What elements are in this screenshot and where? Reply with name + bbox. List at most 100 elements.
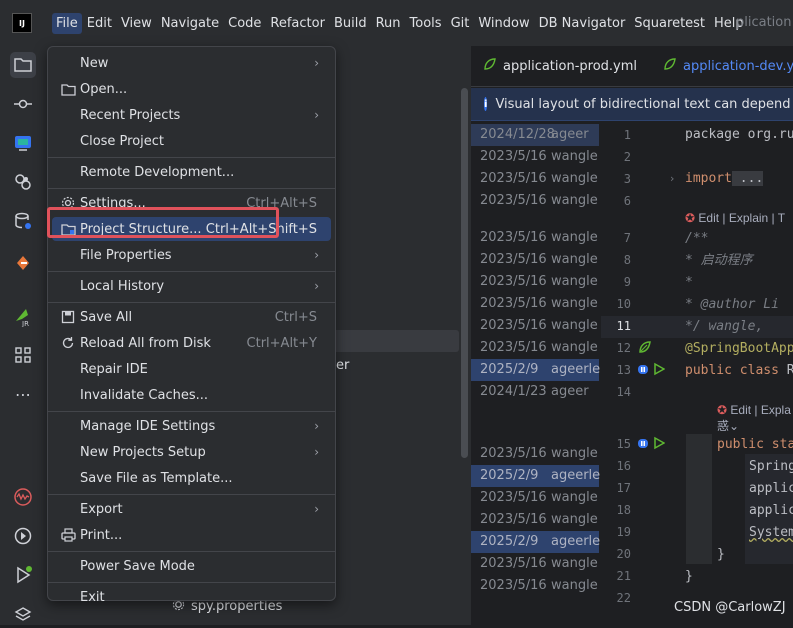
blame-entry[interactable]: 2024/12/28 ageer xyxy=(471,124,599,146)
menu-item-save-all[interactable]: Save All Ctrl+S xyxy=(52,305,331,329)
blame-author: wangle xyxy=(551,274,598,289)
terminal-icon[interactable] xyxy=(10,130,36,156)
intellij-logo-icon[interactable]: IJ xyxy=(12,13,32,33)
run-icon[interactable] xyxy=(10,562,36,588)
line-number: 10 xyxy=(616,297,631,311)
blame-author: wangle xyxy=(551,556,598,571)
menu-item-open[interactable]: Open... xyxy=(52,77,331,101)
blame-entry[interactable]: 2023/5/16 wangle xyxy=(471,337,599,359)
jrebel-icon[interactable]: JR xyxy=(10,303,36,329)
blame-date: 2023/5/16 xyxy=(480,230,547,245)
menu-item-label: Export xyxy=(80,501,123,517)
tab-application-prod[interactable]: application-prod.yml xyxy=(483,57,637,75)
blame-author: ageer xyxy=(551,384,589,399)
git-branch-icon[interactable] xyxy=(10,250,36,276)
blame-entry[interactable]: 2023/5/16 wangle xyxy=(471,315,599,337)
reload-icon xyxy=(60,335,76,351)
project-scrollbar[interactable] xyxy=(461,88,468,458)
commit-icon[interactable] xyxy=(10,91,36,117)
code-line: } xyxy=(717,547,725,562)
blame-entry[interactable]: 2023/5/16 wangle xyxy=(471,293,599,315)
chevron-right-icon: › xyxy=(314,279,319,293)
plugins-icon[interactable] xyxy=(10,169,36,195)
menu-item-new-projects-setup[interactable]: New Projects Setup › xyxy=(52,440,331,464)
code-vision-hint[interactable]: ✪ Edit | Explain | T xyxy=(685,207,785,229)
blame-entry[interactable]: 2023/5/16 wangle xyxy=(471,146,599,168)
blame-entry[interactable]: 2023/5/16 wangle xyxy=(471,249,599,271)
blame-date: 2023/5/16 xyxy=(480,578,547,593)
services-icon[interactable] xyxy=(10,523,36,549)
tree-item-text[interactable]: er xyxy=(336,358,349,373)
blame-entry[interactable]: 2025/2/9 ageerle xyxy=(471,359,600,381)
menu-item-print[interactable]: Print... xyxy=(52,523,331,547)
menu-file[interactable]: File xyxy=(52,12,82,34)
yaml-file-icon xyxy=(483,57,497,75)
code-line: * @author Li xyxy=(685,297,779,312)
code-editor[interactable]: package org.ru import ... ✪ Edit | Expla… xyxy=(640,122,793,625)
blame-entry[interactable]: 2025/2/9 ageerle xyxy=(471,531,600,553)
menu-build[interactable]: Build xyxy=(330,13,371,34)
menu-item-local-history[interactable]: Local History › xyxy=(52,274,331,298)
menu-edit[interactable]: Edit xyxy=(83,13,116,34)
profiler-icon[interactable] xyxy=(10,484,36,510)
menu-item-label: Print... xyxy=(80,527,123,543)
menu-item-remote-development[interactable]: Remote Development... xyxy=(52,160,331,184)
blame-entry[interactable]: 2023/5/16 wangle xyxy=(471,190,599,212)
menu-squaretest[interactable]: Squaretest xyxy=(630,13,709,34)
hint-text: Edit | Explain | T xyxy=(698,211,786,225)
menu-refactor[interactable]: Refactor xyxy=(266,13,329,34)
structure-icon[interactable] xyxy=(10,342,36,368)
menu-item-power-save-mode[interactable]: Power Save Mode xyxy=(52,554,331,578)
menu-view[interactable]: View xyxy=(117,13,156,34)
blame-author: ageer xyxy=(551,127,589,142)
menu-window[interactable]: Window xyxy=(474,13,533,34)
blame-entry[interactable]: 2023/5/16 wangle xyxy=(471,553,599,575)
menu-run[interactable]: Run xyxy=(372,13,405,34)
project-folder-icon[interactable] xyxy=(10,52,36,78)
layers-icon[interactable] xyxy=(10,602,36,628)
menu-item-invalidate-caches[interactable]: Invalidate Caches... xyxy=(52,383,331,407)
blame-entry[interactable]: 2023/5/16 wangle xyxy=(471,575,599,597)
code-line: @SpringBootApp xyxy=(685,341,793,356)
menu-item-reload-all-from-disk[interactable]: Reload All from Disk Ctrl+Alt+Y xyxy=(52,331,331,355)
tab-label: application-prod.yml xyxy=(503,58,638,74)
menu-item-manage-ide-settings[interactable]: Manage IDE Settings › xyxy=(52,414,331,438)
blame-entry[interactable]: 2023/5/16 wangle xyxy=(471,443,599,465)
more-icon[interactable]: ⋯ xyxy=(10,381,36,407)
menu-item-label: Invalidate Caches... xyxy=(80,387,209,403)
folded-imports[interactable]: ... xyxy=(731,171,764,186)
menu-item-close-project[interactable]: Close Project xyxy=(52,129,331,153)
menu-item-label: Exit xyxy=(80,589,105,605)
menu-item-file-properties[interactable]: File Properties › xyxy=(52,243,331,267)
menu-item-new[interactable]: New › xyxy=(52,51,331,75)
menu-item-save-file-as-template[interactable]: Save File as Template... xyxy=(52,466,331,490)
menu-navigate[interactable]: Navigate xyxy=(157,13,223,34)
blame-entry[interactable]: 2023/5/16 wangle xyxy=(471,168,599,190)
blame-entry[interactable]: 2023/5/16 wangle xyxy=(471,271,599,293)
menu-bar: IJ File Edit View Navigate Code Refactor Build… xyxy=(0,0,793,46)
blame-entry[interactable]: 2023/5/16 wangle xyxy=(471,509,599,531)
menu-tools[interactable]: Tools xyxy=(406,13,446,34)
database-icon[interactable] xyxy=(10,208,36,234)
menu-item-export[interactable]: Export › xyxy=(52,497,331,521)
menu-code[interactable]: Code xyxy=(224,13,265,34)
blame-entry[interactable]: 2023/5/16 wangle xyxy=(471,227,599,249)
git-blame-gutter: 2024/12/28 ageer 2023/5/16 wangle 2023/5/16 w… xyxy=(471,122,601,625)
menu-item-recent-projects[interactable]: Recent Projects › xyxy=(52,103,331,127)
menu-item-repair-ide[interactable]: Repair IDE xyxy=(52,357,331,381)
menu-item-label: Power Save Mode xyxy=(80,558,195,574)
chevron-right-icon: › xyxy=(314,108,319,122)
blame-entry[interactable]: 2023/5/16 wangle xyxy=(471,487,599,509)
tab-application-dev[interactable]: application-dev.yml xyxy=(663,57,793,75)
blame-entry[interactable]: 2024/1/23 ageer xyxy=(471,381,599,403)
menu-item-label: Local History xyxy=(80,278,165,294)
menu-item-exit[interactable]: Exit xyxy=(52,585,331,609)
blame-author: ageerle xyxy=(551,468,601,483)
tree-selected-row[interactable] xyxy=(333,330,459,352)
blame-author: wangle xyxy=(551,193,598,208)
main-menus: File Edit View Navigate Code Refactor Build Run… xyxy=(52,0,749,46)
menu-git[interactable]: Git xyxy=(447,13,474,34)
menu-db-navigator[interactable]: DB Navigator xyxy=(535,13,630,34)
print-icon xyxy=(60,527,76,543)
blame-entry[interactable]: 2025/2/9 ageerle xyxy=(471,465,601,487)
